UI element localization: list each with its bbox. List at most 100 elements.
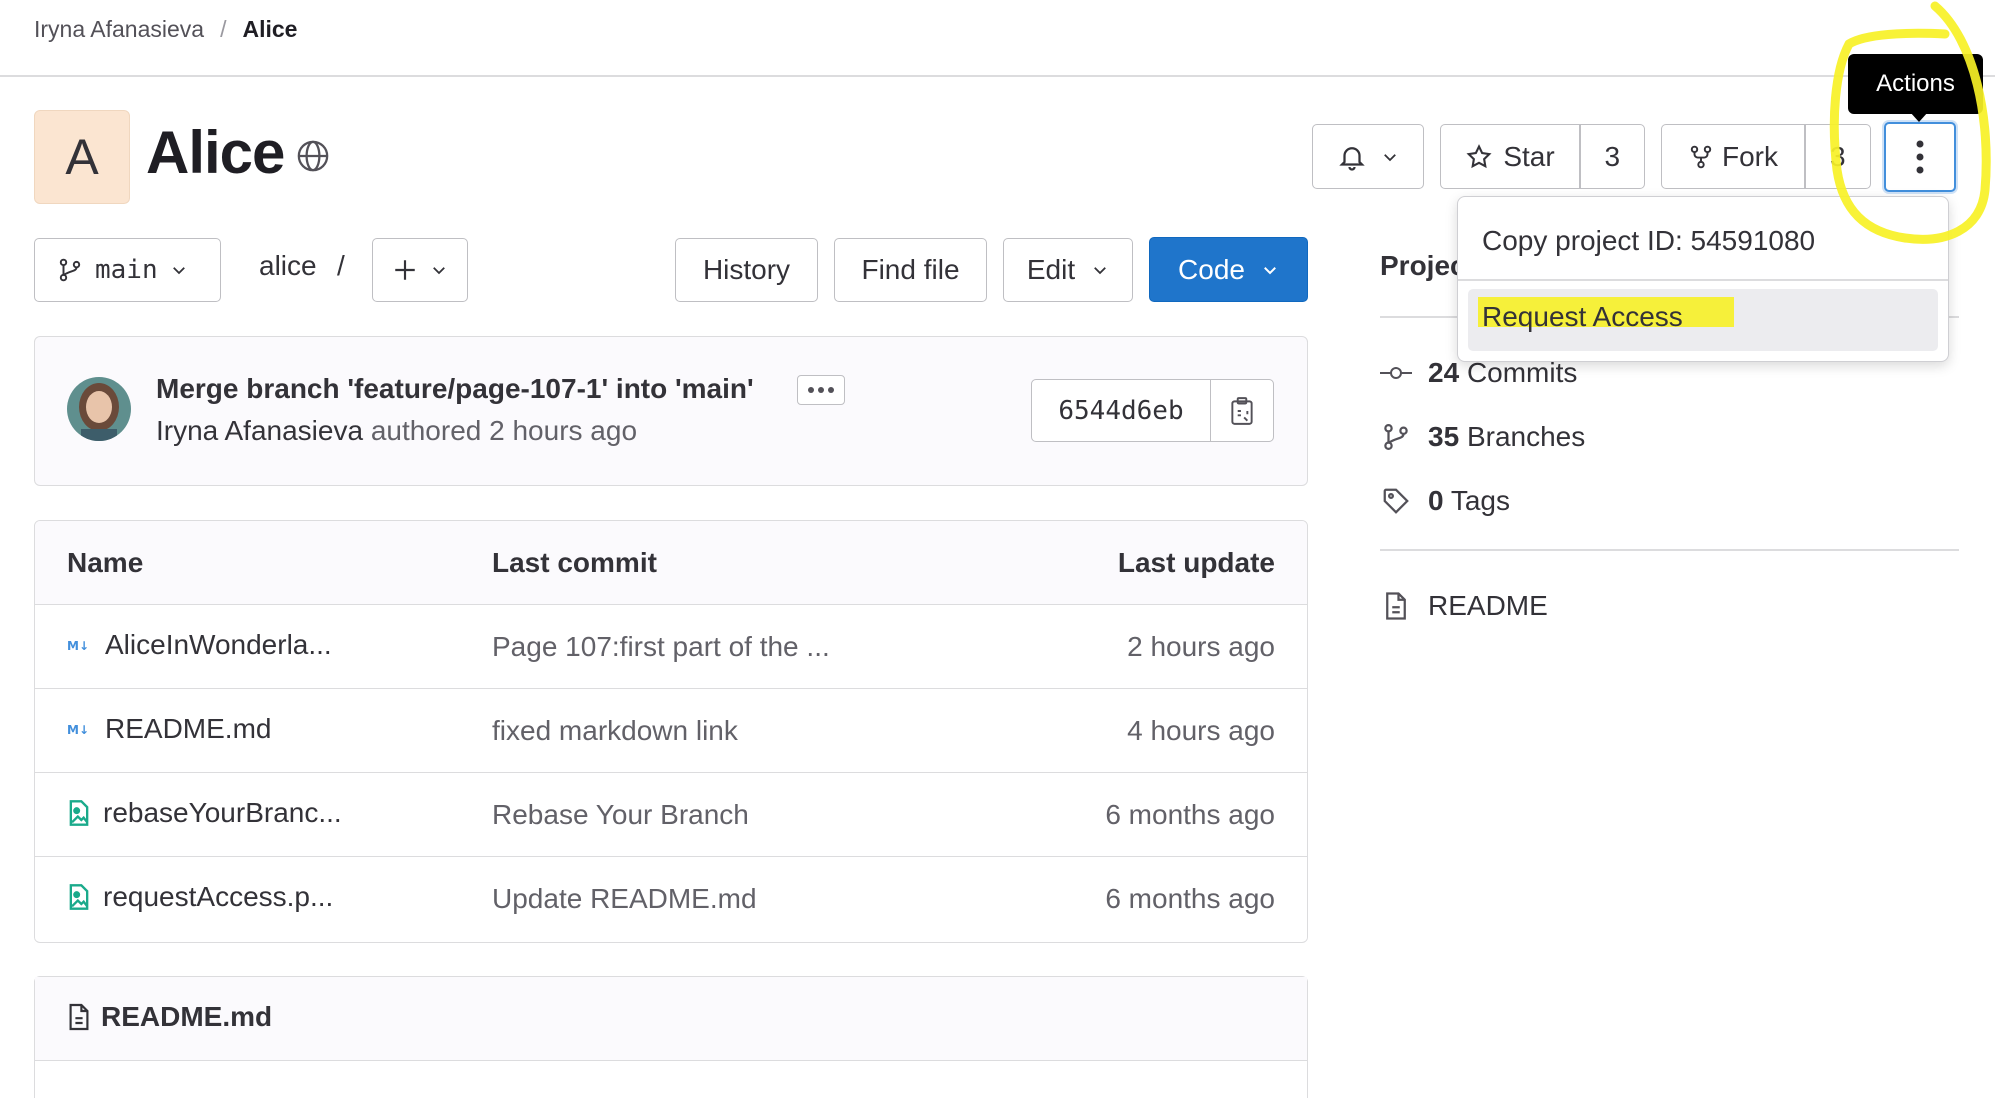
readme-header: README.md [35, 977, 1307, 1061]
branches-label: Branches [1466, 421, 1586, 452]
copy-project-id-item[interactable]: Copy project ID: 54591080 [1482, 225, 1815, 257]
globe-icon [296, 139, 330, 173]
fork-button[interactable]: Fork [1662, 125, 1804, 188]
image-file-icon [67, 799, 91, 827]
sidebar-branches-link[interactable]: 35 Branches [1380, 421, 1585, 453]
toggle-commit-description-button[interactable] [797, 375, 845, 405]
fork-label: Fork [1722, 140, 1778, 172]
chevron-down-icon [170, 261, 188, 279]
page-title: Alice [146, 119, 285, 186]
breadcrumb: Iryna Afanasieva / Alice [34, 14, 297, 44]
star-button[interactable]: Star [1441, 125, 1579, 188]
fork-button-group: Fork 3 [1661, 124, 1871, 189]
table-row[interactable]: M↓ AliceInWonderla... Page 107:first par… [35, 605, 1307, 689]
fork-count-link[interactable]: 3 [1806, 125, 1871, 188]
commit-sha-link[interactable]: 6544d6eb [1032, 380, 1210, 441]
branches-count: 35 [1428, 421, 1460, 452]
file-name-link[interactable]: M↓ README.md [67, 713, 271, 745]
table-row[interactable]: requestAccess.p... Update README.md 6 mo… [35, 857, 1307, 941]
actions-button[interactable] [1884, 122, 1956, 192]
project-information-title: Projec [1380, 250, 1466, 281]
file-icon [67, 1002, 91, 1032]
commit-title-link[interactable]: Merge branch 'feature/page-107-1' into '… [156, 373, 754, 405]
readme-title: README.md [67, 1001, 272, 1033]
project-avatar-letter: A [65, 129, 99, 185]
commit-meta: Iryna Afanasieva authored 2 hours ago [156, 415, 637, 447]
file-last-commit-link[interactable]: Page 107:first part of the ... [492, 631, 830, 663]
commits-count: 24 [1428, 357, 1460, 388]
readme-title-text: README.md [101, 1001, 273, 1032]
readme-label: README [1428, 590, 1548, 621]
add-to-tree-button[interactable] [372, 238, 468, 302]
copy-sha-button[interactable] [1210, 380, 1273, 441]
table-row[interactable]: rebaseYourBranc... Rebase Your Branch 6 … [35, 773, 1307, 857]
history-button[interactable]: History [675, 238, 818, 302]
tags-label: Tags [1450, 485, 1511, 516]
chevron-down-icon [1381, 148, 1399, 166]
file-icon [1380, 591, 1412, 621]
chevron-down-icon [1091, 261, 1109, 279]
star-icon [1465, 143, 1493, 171]
tooltip-arrow [1910, 112, 1928, 122]
request-access-item[interactable]: Request Access [1468, 289, 1938, 351]
edit-label: Edit [1026, 254, 1076, 285]
sidebar-readme-link[interactable]: README [1380, 590, 1548, 622]
column-header-name: Name [67, 547, 144, 578]
file-name: README.md [105, 713, 272, 744]
star-label: Star [1503, 140, 1555, 172]
last-commit-panel: Merge branch 'feature/page-107-1' into '… [34, 336, 1308, 486]
sidebar-tags-link[interactable]: 0 Tags [1380, 485, 1510, 517]
file-last-commit-link[interactable]: fixed markdown link [492, 715, 738, 747]
image-file-icon [67, 883, 91, 911]
file-name-link[interactable]: M↓ AliceInWonderla... [67, 629, 332, 661]
commit-authored-time: authored 2 hours ago [370, 415, 638, 446]
svg-text:M↓: M↓ [67, 639, 89, 653]
commit-author-link[interactable]: Iryna Afanasieva [156, 415, 363, 446]
edit-button[interactable]: Edit [1003, 238, 1133, 302]
file-tree-table: Name Last commit Last update M↓ AliceInW… [34, 520, 1308, 943]
actions-tooltip: Actions [1848, 54, 1983, 114]
path-separator: / [337, 250, 345, 281]
actions-dropdown-menu: Copy project ID: 54591080 Request Access [1457, 196, 1949, 362]
request-access-label: Request Access [1482, 301, 1683, 332]
plus-icon [392, 257, 418, 283]
commit-sha-group: 6544d6eb [1031, 379, 1274, 442]
column-header-last-update: Last update [1117, 547, 1275, 578]
branch-icon [1380, 422, 1412, 452]
file-name: AliceInWonderla... [105, 629, 332, 660]
file-last-commit-link[interactable]: Update README.md [492, 883, 757, 915]
code-button[interactable]: Code [1149, 237, 1308, 302]
chevron-down-icon [430, 261, 448, 279]
file-last-update: 2 hours ago [1127, 631, 1275, 662]
readme-panel: README.md [34, 976, 1308, 1098]
markdown-icon: M↓ [67, 721, 93, 737]
file-last-update: 6 months ago [1105, 883, 1275, 914]
file-name-link[interactable]: rebaseYourBranc... [67, 797, 342, 829]
table-row[interactable]: M↓ README.md fixed markdown link 4 hours… [35, 689, 1307, 773]
chevron-down-icon [1261, 261, 1279, 279]
branch-selector[interactable]: main [34, 238, 221, 302]
bell-icon [1337, 142, 1367, 172]
avatar[interactable] [67, 377, 131, 441]
file-last-commit-link[interactable]: Rebase Your Branch [492, 799, 749, 831]
sidebar-divider [1380, 549, 1959, 551]
kebab-icon [1915, 139, 1925, 175]
branch-icon [57, 256, 83, 284]
file-name-link[interactable]: requestAccess.p... [67, 881, 333, 913]
svg-text:M↓: M↓ [67, 723, 89, 737]
star-button-group: Star 3 [1440, 124, 1645, 189]
file-name: requestAccess.p... [103, 881, 334, 912]
project-avatar: A [34, 110, 130, 204]
tags-count: 0 [1428, 485, 1444, 516]
column-header-last-commit: Last commit [492, 547, 657, 578]
notification-settings-button[interactable] [1312, 124, 1424, 189]
repo-path-link[interactable]: alice [259, 250, 317, 282]
find-file-button[interactable]: Find file [834, 238, 987, 302]
markdown-icon: M↓ [67, 637, 93, 653]
code-label: Code [1178, 253, 1245, 285]
breadcrumb-project-link[interactable]: Alice [242, 16, 297, 43]
breadcrumb-owner-link[interactable]: Iryna Afanasieva [34, 16, 204, 43]
commit-icon [1380, 363, 1412, 383]
star-count-link[interactable]: 3 [1581, 125, 1645, 188]
tag-icon [1380, 486, 1412, 516]
